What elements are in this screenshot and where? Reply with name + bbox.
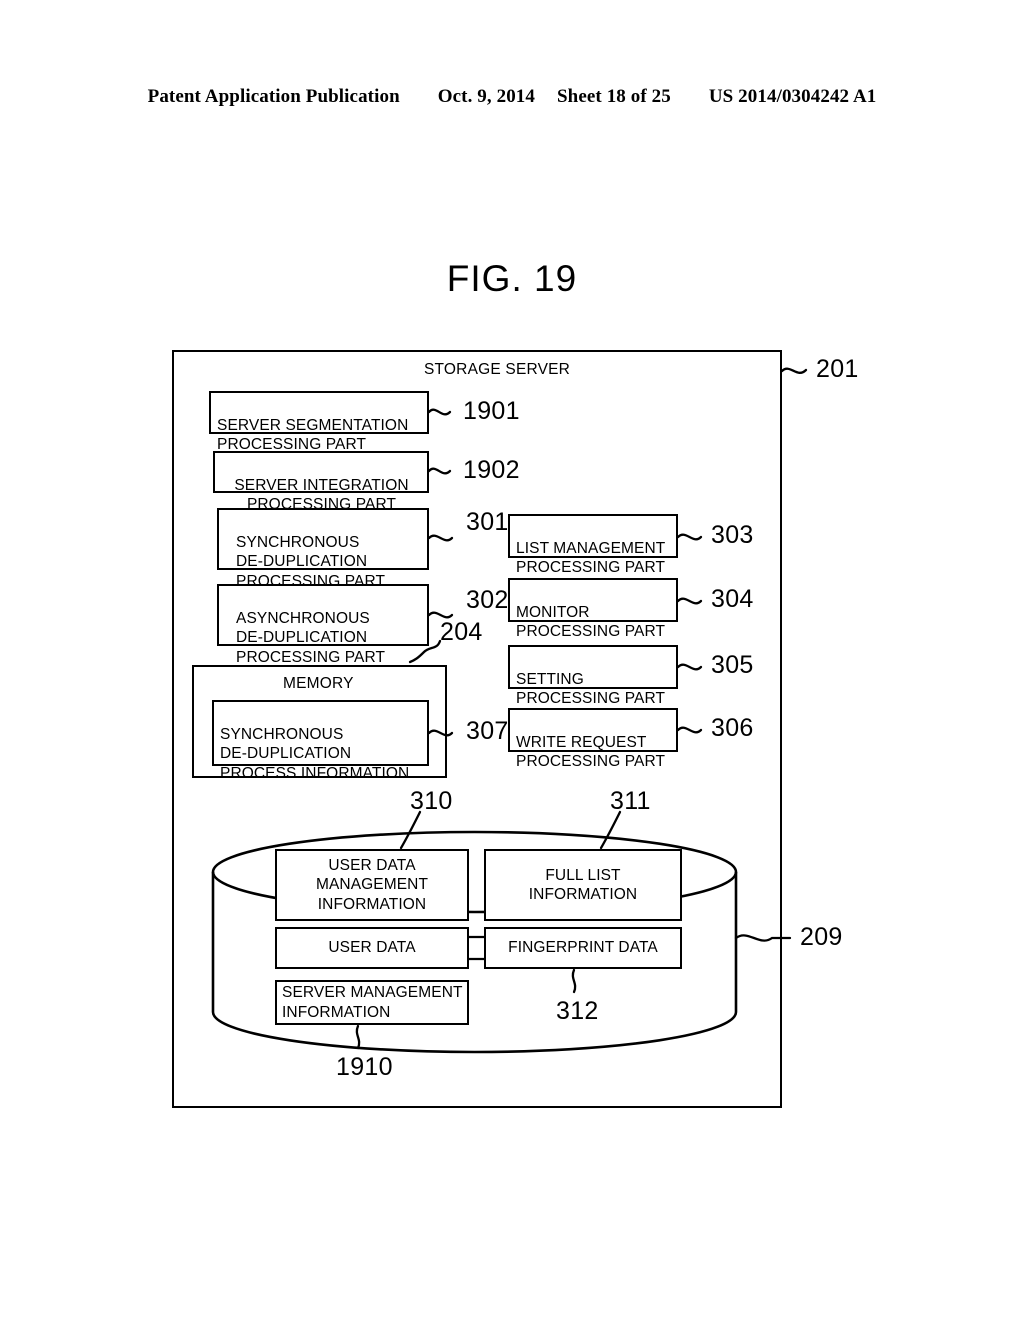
server-management-information-box: SERVER MANAGEMENT INFORMATION bbox=[275, 980, 469, 1025]
ref-1901: 1901 bbox=[463, 397, 520, 425]
user-data-box: USER DATA bbox=[275, 927, 469, 969]
ref-310: 310 bbox=[410, 787, 453, 815]
ref-204: 204 bbox=[440, 618, 483, 646]
fingerprint-data-label: FINGERPRINT DATA bbox=[508, 939, 658, 957]
ref-306: 306 bbox=[711, 714, 754, 742]
full-list-information-box: FULL LIST INFORMATION bbox=[484, 849, 682, 921]
asynchronous-de-duplication-processing-part-label: ASYNCHRONOUS DE-DUPLICATION PROCESSING P… bbox=[236, 609, 386, 666]
server-integration-processing-part-box: SERVER INTEGRATION PROCESSING PART bbox=[213, 451, 429, 513]
memory-label: MEMORY bbox=[283, 675, 354, 692]
ref-307: 307 bbox=[466, 717, 509, 745]
synchronous-de-duplication-processing-part-label: SYNCHRONOUS DE-DUPLICATION PROCESSING PA… bbox=[236, 533, 386, 590]
setting-processing-part-label: SETTING PROCESSING PART bbox=[516, 670, 666, 708]
ref-1910: 1910 bbox=[336, 1053, 393, 1081]
asynchronous-de-duplication-processing-part-box: ASYNCHRONOUS DE-DUPLICATION PROCESSING P… bbox=[217, 584, 429, 666]
ref-201: 201 bbox=[816, 355, 859, 383]
server-segmentation-processing-part-box: SERVER SEGMENTATION PROCESSING PART bbox=[209, 391, 429, 453]
figure-19-diagram: STORAGE SERVER SERVER SEGMENTATION PROCE… bbox=[0, 0, 1024, 1320]
ref-303: 303 bbox=[711, 521, 754, 549]
full-list-information-label: FULL LIST INFORMATION bbox=[528, 866, 638, 904]
write-request-processing-part-label: WRITE REQUEST PROCESSING PART bbox=[516, 733, 666, 771]
ref-302: 302 bbox=[466, 586, 509, 614]
user-data-management-information-box: USER DATA MANAGEMENT INFORMATION bbox=[275, 849, 469, 921]
fingerprint-data-box: FINGERPRINT DATA bbox=[484, 927, 682, 969]
ref-301: 301 bbox=[466, 508, 509, 536]
monitor-processing-part-label: MONITOR PROCESSING PART bbox=[516, 603, 666, 641]
user-data-management-information-label: USER DATA MANAGEMENT INFORMATION bbox=[315, 856, 429, 913]
ref-305: 305 bbox=[711, 651, 754, 679]
storage-server-label: STORAGE SERVER bbox=[424, 361, 571, 378]
synchronous-de-duplication-process-information-box: SYNCHRONOUS DE-DUPLICATION PROCESS INFOR… bbox=[212, 700, 429, 782]
server-management-information-label: SERVER MANAGEMENT INFORMATION bbox=[282, 984, 463, 1021]
write-request-processing-part-box: WRITE REQUEST PROCESSING PART bbox=[508, 708, 678, 770]
synchronous-de-duplication-processing-part-box: SYNCHRONOUS DE-DUPLICATION PROCESSING PA… bbox=[217, 508, 429, 590]
setting-processing-part-box: SETTING PROCESSING PART bbox=[508, 645, 678, 707]
list-management-processing-part-label: LIST MANAGEMENT PROCESSING PART bbox=[516, 539, 666, 577]
ref-209: 209 bbox=[800, 923, 843, 951]
ref-311: 311 bbox=[610, 787, 651, 815]
monitor-processing-part-box: MONITOR PROCESSING PART bbox=[508, 578, 678, 640]
user-data-label: USER DATA bbox=[328, 939, 416, 957]
ref-304: 304 bbox=[711, 585, 754, 613]
list-management-processing-part-box: LIST MANAGEMENT PROCESSING PART bbox=[508, 514, 678, 576]
ref-1902: 1902 bbox=[463, 456, 520, 484]
synchronous-de-duplication-process-information-label: SYNCHRONOUS DE-DUPLICATION PROCESS INFOR… bbox=[220, 725, 410, 782]
